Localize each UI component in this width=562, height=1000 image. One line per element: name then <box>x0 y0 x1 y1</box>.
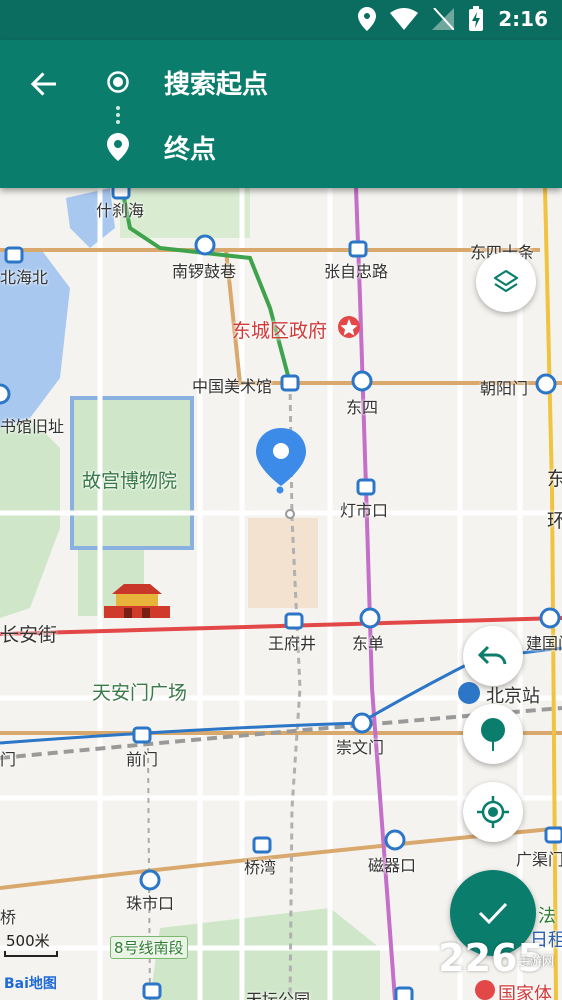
destination-pin-icon <box>100 129 136 165</box>
end-point-field[interactable]: 终点 <box>100 122 542 172</box>
map-label: 什刹海 <box>96 201 145 220</box>
map-label: 东四 <box>346 398 379 417</box>
map-label: 国家体 <box>498 984 552 1000</box>
map-label: 故宫博物院 <box>82 470 178 492</box>
map-label: 南锣鼓巷 <box>172 262 237 281</box>
map-view[interactable]: 什刹海 北海北 南锣鼓巷 张自忠路 东四十条 东城区政府 书馆旧址 中国美术馆 … <box>0 188 562 1000</box>
map-label: 王府井 <box>268 634 317 653</box>
map-label: 中国美术馆 <box>192 377 273 396</box>
map-label: 天安门广场 <box>92 682 188 704</box>
status-bar: 2:16 <box>0 0 562 40</box>
map-label: 广渠门 <box>516 850 562 869</box>
map-label: 门 <box>0 750 17 769</box>
location-icon <box>358 7 377 31</box>
map-label: 磁器口 <box>368 856 417 875</box>
map-label: 天坛公园 <box>246 990 311 1000</box>
layers-icon <box>493 269 519 293</box>
end-point-label: 终点 <box>164 134 217 165</box>
map-scale-bar <box>4 951 58 957</box>
map-label: 8号线南段 <box>110 936 188 959</box>
back-button[interactable] <box>22 62 66 106</box>
map-label: 桥湾 <box>244 858 277 877</box>
map-label: 前门 <box>126 750 159 769</box>
arrow-back-icon <box>30 72 56 96</box>
place-pin-button[interactable] <box>463 704 523 764</box>
map-label: 书馆旧址 <box>0 417 65 436</box>
start-point-label: 搜索起点 <box>164 69 269 100</box>
map-label: 法 <box>538 906 556 927</box>
start-point-field[interactable]: 搜索起点 <box>100 57 542 107</box>
map-label: 朝阳门 <box>480 379 529 398</box>
status-time: 2:16 <box>498 7 548 31</box>
baidu-logo: Bai地图 <box>4 976 57 992</box>
map-label: 东单 <box>352 634 385 653</box>
map-label: 环 <box>547 510 562 532</box>
wifi-icon <box>390 8 419 30</box>
map-label: 长安街 <box>0 624 58 646</box>
map-label: 崇文门 <box>336 738 385 757</box>
watermark-sub: 手游网 <box>517 954 554 968</box>
my-location-button[interactable] <box>463 782 523 842</box>
map-scale-label: 500米 <box>6 932 50 950</box>
pin-drop-icon <box>481 718 505 751</box>
status-icons: 2:16 <box>358 6 548 32</box>
map-label: 北海北 <box>0 268 49 287</box>
start-radio-icon <box>100 64 136 100</box>
undo-button[interactable] <box>463 626 523 686</box>
map-label: 东 <box>547 468 562 490</box>
map-label: 桥 <box>0 908 17 927</box>
no-signal-icon <box>432 8 455 30</box>
map-label: 建国门 <box>526 634 562 653</box>
undo-icon <box>478 645 507 665</box>
map-label: 张自忠路 <box>324 262 389 281</box>
map-label: 东城区政府 <box>232 320 328 342</box>
crosshair-icon <box>477 796 509 828</box>
map-label: 珠市口 <box>126 894 175 913</box>
battery-charging-icon <box>469 6 484 31</box>
map-layers-button[interactable] <box>476 252 536 312</box>
route-header: 搜索起点 终点 <box>0 40 562 188</box>
map-label: 灯市口 <box>340 501 389 520</box>
check-icon <box>478 902 508 925</box>
